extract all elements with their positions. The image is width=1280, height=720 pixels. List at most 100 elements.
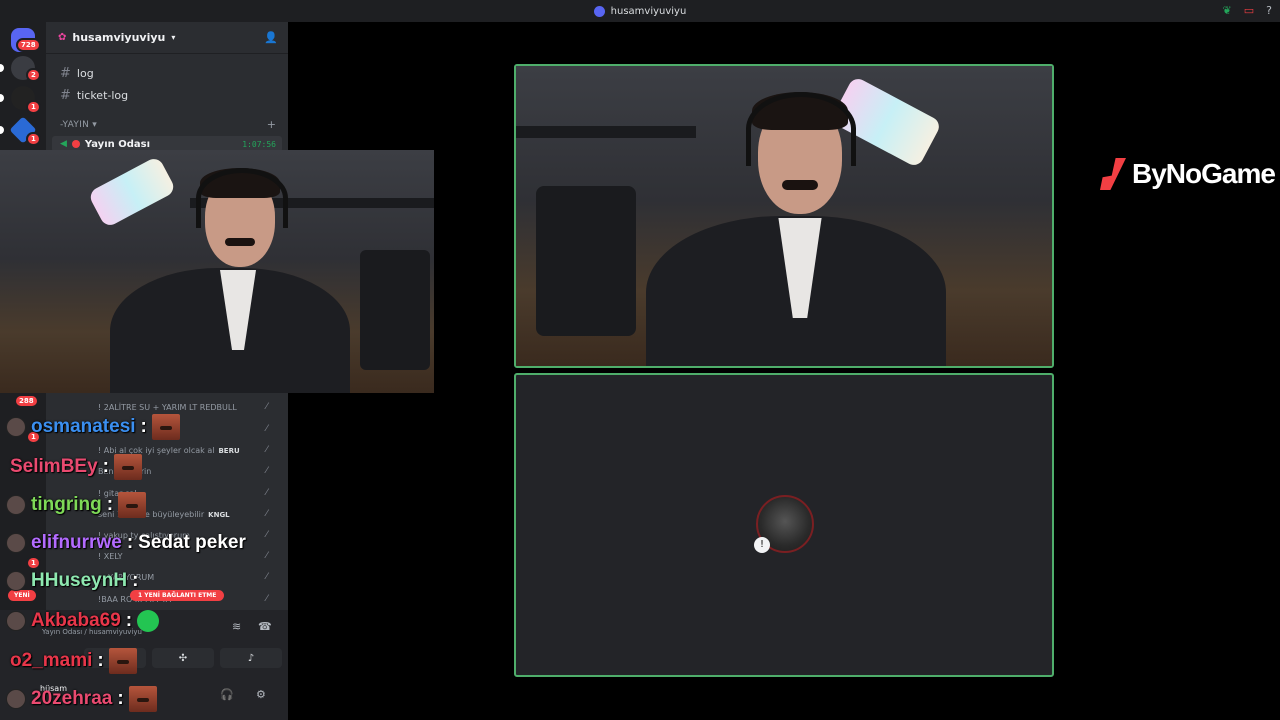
chat-message: HHuseynH : [6,570,138,592]
avatar [6,417,26,437]
list-item: ! 2ALİTRE SU + YARIM LT REDBULL [98,403,237,412]
list-item-tag: KNGL [208,511,230,519]
chat-username: SelimBEy [10,456,98,477]
emote-icon [151,414,180,440]
voice-timer: 1:07:56 [242,139,276,149]
brand-logo: ByNoGame [1100,158,1276,190]
channel-label: ticket-log [76,89,129,102]
chat-separator: : [125,610,133,631]
chat-username: elifnurrwe [31,532,122,553]
deafened-icon: ⁄ [266,530,268,540]
webcam-overlay [0,150,434,393]
activities-button[interactable]: ✣ [152,648,214,668]
avatar [6,495,26,515]
chat-message: Akbaba69 : [6,610,160,632]
chat-username: HHuseynH [31,570,128,591]
channel-label: log [76,67,94,80]
speaker-icon: ◀ [60,139,67,149]
dm-badge: 728 [16,38,41,52]
chat-message: SelimBEy : [6,454,142,480]
list-item-text: ! 2ALİTRE SU + YARIM LT REDBULL [98,403,237,412]
deafened-icon: ⁄ [266,445,268,455]
deafened-icon: ⁄ [266,594,268,604]
soundboard-button[interactable]: ♪ [220,648,282,668]
video-tile-user[interactable]: ! [514,373,1054,677]
category-yayin[interactable]: -YAYIN ▾ [60,120,97,130]
activities-icon: ✣ [178,652,188,664]
deafened-icon: ⁄ [266,488,268,498]
server-name: husamviyuviyu [72,31,166,44]
new-stream-badge[interactable]: 1 YENİ BAĞLANTI ETME [130,590,225,601]
chat-text: Sedat peker [138,532,246,553]
leaf-icon[interactable]: ❦ [1223,4,1232,18]
deafened-icon: ⁄ [266,424,268,434]
category-label: -YAYIN [60,120,90,130]
invite-icon[interactable]: 👤 [264,31,278,44]
hash-icon: # [60,88,71,103]
chat-username: o2_mami [10,650,93,671]
emote-icon [113,454,142,480]
deafened-icon: ⁄ [266,509,268,519]
chat-username: osmanatesi [31,416,136,437]
server-header[interactable]: ✿ husamviyuviyu ▾ 👤 [46,22,288,54]
deafened-icon: ⁄ [266,572,268,582]
bynogame-logo-icon [1100,158,1126,190]
emote-icon [108,648,137,674]
unread-pill [0,64,4,72]
chat-separator: : [126,532,134,553]
live-dot-icon [71,140,80,148]
server-badge: 1 [26,100,41,114]
screen-share-icon[interactable]: ▭ [1244,4,1254,18]
chevron-down-icon: ▾ [171,33,176,42]
webcam-video [516,66,1052,366]
chat-separator: : [106,494,114,515]
unread-pill [0,94,4,102]
channel-ticket-log[interactable]: # ticket-log [60,88,128,103]
window-title: husamviyuviyu [593,5,687,17]
avatar [6,533,26,553]
deafened-icon: ⁄ [266,402,268,412]
headphones-icon[interactable]: 🎧 [220,688,234,701]
deafened-icon: ⁄ [266,466,268,476]
video-tile-stream[interactable] [514,64,1054,368]
mute-icon: ! [754,537,770,553]
hash-icon: # [60,66,71,81]
server-icon [593,5,605,17]
emote-icon [128,686,157,712]
server-badge: 288 [14,394,39,408]
chat-username: Akbaba69 [31,610,121,631]
flower-icon: ✿ [58,32,67,43]
noise-suppression-icon[interactable]: ≋ [232,620,241,633]
chat-message: o2_mami : [6,648,137,674]
soundboard-icon: ♪ [247,652,255,664]
title-bar: husamviyuviyu ❦ ▭ ? [0,0,1280,22]
brand-name: ByNoGame [1132,158,1276,189]
chat-username: tingring [31,494,102,515]
window-title-text: husamviyuviyu [610,5,687,17]
chat-separator: : [132,570,139,591]
chat-message: 20zehraa : [6,686,157,712]
channel-log[interactable]: # log [60,66,94,81]
settings-gear-icon[interactable]: ⚙ [256,688,266,701]
help-icon[interactable]: ? [1266,4,1272,18]
voice-channel-label: Yayın Odası [84,138,151,150]
emote-icon [118,492,147,518]
chat-separator: : [102,456,109,477]
avatar [6,689,26,709]
server-badge: 2 [26,68,41,82]
chat-separator: : [97,650,104,671]
server-badge: 1 [26,556,41,570]
unread-pill [0,126,4,134]
chat-username: 20zehraa [31,688,113,709]
chat-separator: : [140,416,147,437]
chat-message: tingring : [6,492,147,518]
chat-message: elifnurrwe : Sedat peker [6,532,246,554]
server-badge: 1 [26,132,41,146]
add-channel-icon[interactable]: + [267,118,276,131]
disconnect-icon[interactable]: ☎ [258,620,272,633]
chat-separator: : [117,688,124,709]
emote-icon [137,610,160,632]
deafened-icon: ⁄ [266,551,268,561]
avatar [6,571,26,591]
chat-message: osmanatesi : [6,414,180,440]
